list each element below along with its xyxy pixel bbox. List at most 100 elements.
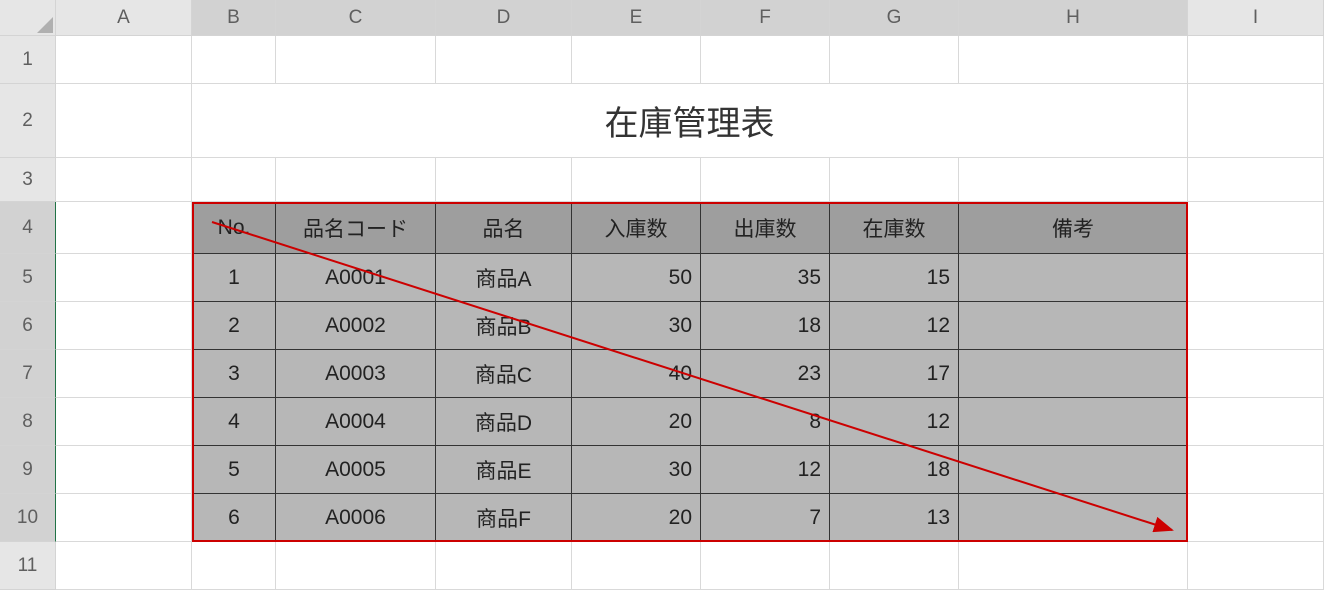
row-head-7[interactable]: 7 (0, 350, 56, 398)
row-head-2[interactable]: 2 (0, 84, 56, 158)
th-in[interactable]: 入庫数 (572, 202, 701, 254)
cell-g1[interactable] (830, 36, 959, 84)
data-out-3[interactable]: 8 (701, 398, 830, 446)
row-head-9[interactable]: 9 (0, 446, 56, 494)
data-remarks-5[interactable] (959, 494, 1188, 542)
data-in-2[interactable]: 40 (572, 350, 701, 398)
cell-i6[interactable] (1188, 302, 1324, 350)
col-head-f[interactable]: F (701, 0, 830, 36)
data-stock-0[interactable]: 15 (830, 254, 959, 302)
col-head-i[interactable]: I (1188, 0, 1324, 36)
cell-f1[interactable] (701, 36, 830, 84)
data-out-0[interactable]: 35 (701, 254, 830, 302)
col-head-g[interactable]: G (830, 0, 959, 36)
cell-a5[interactable] (56, 254, 192, 302)
row-head-3[interactable]: 3 (0, 158, 56, 202)
data-stock-4[interactable]: 18 (830, 446, 959, 494)
col-head-d[interactable]: D (436, 0, 572, 36)
data-stock-1[interactable]: 12 (830, 302, 959, 350)
data-code-5[interactable]: A0006 (276, 494, 436, 542)
data-code-4[interactable]: A0005 (276, 446, 436, 494)
data-remarks-0[interactable] (959, 254, 1188, 302)
cell-f3[interactable] (701, 158, 830, 202)
cell-i10[interactable] (1188, 494, 1324, 542)
cell-i4[interactable] (1188, 202, 1324, 254)
cell-d3[interactable] (436, 158, 572, 202)
data-in-0[interactable]: 50 (572, 254, 701, 302)
th-remarks[interactable]: 備考 (959, 202, 1188, 254)
data-in-3[interactable]: 20 (572, 398, 701, 446)
row-head-6[interactable]: 6 (0, 302, 56, 350)
cell-a8[interactable] (56, 398, 192, 446)
cell-a4[interactable] (56, 202, 192, 254)
cell-g11[interactable] (830, 542, 959, 590)
cell-d1[interactable] (436, 36, 572, 84)
data-no-3[interactable]: 4 (192, 398, 276, 446)
cell-a2[interactable] (56, 84, 192, 158)
col-head-a[interactable]: A (56, 0, 192, 36)
data-stock-5[interactable]: 13 (830, 494, 959, 542)
data-name-5[interactable]: 商品F (436, 494, 572, 542)
col-head-h[interactable]: H (959, 0, 1188, 36)
data-remarks-2[interactable] (959, 350, 1188, 398)
data-name-0[interactable]: 商品A (436, 254, 572, 302)
data-name-4[interactable]: 商品E (436, 446, 572, 494)
cell-i5[interactable] (1188, 254, 1324, 302)
data-no-0[interactable]: 1 (192, 254, 276, 302)
cell-f11[interactable] (701, 542, 830, 590)
col-head-c[interactable]: C (276, 0, 436, 36)
cell-c1[interactable] (276, 36, 436, 84)
data-name-2[interactable]: 商品C (436, 350, 572, 398)
row-head-11[interactable]: 11 (0, 542, 56, 590)
cell-a10[interactable] (56, 494, 192, 542)
data-code-2[interactable]: A0003 (276, 350, 436, 398)
cell-i7[interactable] (1188, 350, 1324, 398)
data-out-1[interactable]: 18 (701, 302, 830, 350)
data-out-2[interactable]: 23 (701, 350, 830, 398)
col-head-b[interactable]: B (192, 0, 276, 36)
data-remarks-1[interactable] (959, 302, 1188, 350)
cell-a9[interactable] (56, 446, 192, 494)
cell-i11[interactable] (1188, 542, 1324, 590)
row-head-8[interactable]: 8 (0, 398, 56, 446)
cell-i9[interactable] (1188, 446, 1324, 494)
cell-i2[interactable] (1188, 84, 1324, 158)
data-out-5[interactable]: 7 (701, 494, 830, 542)
cell-b3[interactable] (192, 158, 276, 202)
row-head-10[interactable]: 10 (0, 494, 56, 542)
data-no-5[interactable]: 6 (192, 494, 276, 542)
data-stock-2[interactable]: 17 (830, 350, 959, 398)
cell-c3[interactable] (276, 158, 436, 202)
data-in-4[interactable]: 30 (572, 446, 701, 494)
cell-i1[interactable] (1188, 36, 1324, 84)
cell-e1[interactable] (572, 36, 701, 84)
cell-e11[interactable] (572, 542, 701, 590)
cell-a3[interactable] (56, 158, 192, 202)
data-out-4[interactable]: 12 (701, 446, 830, 494)
select-all-corner[interactable] (0, 0, 56, 36)
cell-d11[interactable] (436, 542, 572, 590)
data-remarks-3[interactable] (959, 398, 1188, 446)
data-code-3[interactable]: A0004 (276, 398, 436, 446)
data-no-1[interactable]: 2 (192, 302, 276, 350)
row-head-1[interactable]: 1 (0, 36, 56, 84)
data-in-5[interactable]: 20 (572, 494, 701, 542)
col-head-e[interactable]: E (572, 0, 701, 36)
th-name[interactable]: 品名 (436, 202, 572, 254)
cell-h11[interactable] (959, 542, 1188, 590)
data-remarks-4[interactable] (959, 446, 1188, 494)
cell-a7[interactable] (56, 350, 192, 398)
th-out[interactable]: 出庫数 (701, 202, 830, 254)
data-name-1[interactable]: 商品B (436, 302, 572, 350)
cell-a6[interactable] (56, 302, 192, 350)
th-no[interactable]: No. (192, 202, 276, 254)
cell-b1[interactable] (192, 36, 276, 84)
cell-e3[interactable] (572, 158, 701, 202)
cell-i3[interactable] (1188, 158, 1324, 202)
cell-g3[interactable] (830, 158, 959, 202)
data-code-1[interactable]: A0002 (276, 302, 436, 350)
data-code-0[interactable]: A0001 (276, 254, 436, 302)
cell-h1[interactable] (959, 36, 1188, 84)
data-stock-3[interactable]: 12 (830, 398, 959, 446)
cell-a1[interactable] (56, 36, 192, 84)
